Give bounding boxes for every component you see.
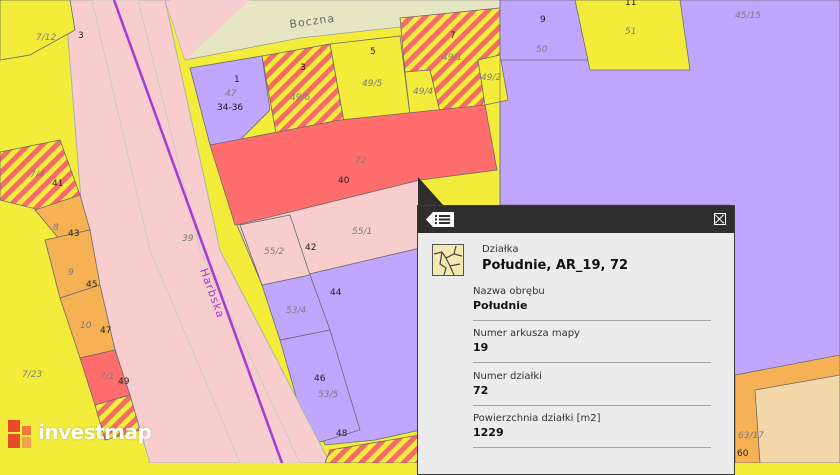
parcel-label: 7/1 [100, 372, 114, 382]
parcel-label: 60 [737, 449, 749, 459]
feature-title: Południe, AR_19, 72 [482, 258, 629, 273]
field-label: Nazwa obrębu [473, 286, 545, 297]
parcel-label: 48 [336, 429, 348, 439]
field-label: Powierzchnia działki [m2] [473, 413, 601, 424]
parcel-label: 45/15 [735, 11, 761, 21]
parcel-label: 1 [234, 75, 240, 85]
parcel-label: 49/6 [290, 93, 310, 103]
parcel-label: 7/12 [36, 33, 56, 43]
parcel-label: 53/4 [286, 306, 306, 316]
parcel-label: 7/23 [22, 370, 42, 380]
field-numer: Numer działki 72 [473, 371, 711, 406]
parcel-label: 9 [540, 15, 546, 25]
parcel-label: 7 [450, 31, 456, 41]
parcel-label: 44 [330, 288, 342, 298]
parcel-label: 42 [305, 243, 316, 253]
parcel-label: 53/5 [318, 390, 338, 400]
parcel-label: 8 [53, 223, 59, 233]
parcel-label: 72 [355, 156, 367, 166]
parcel-label: 39 [182, 234, 194, 244]
field-powierzchnia: Powierzchnia działki [m2] 1229 [473, 413, 711, 448]
field-value: Południe [473, 299, 528, 312]
parcel-label: 45 [86, 280, 97, 290]
parcel-label: 49/1 [442, 53, 462, 63]
parcel-label: 46 [314, 374, 326, 384]
field-value: 72 [473, 384, 489, 397]
parcel-label: 49/4 [413, 87, 433, 97]
close-icon[interactable] [714, 213, 726, 225]
parcel-label: 41 [52, 179, 63, 189]
building-right [754, 374, 840, 463]
parcel-info-popup: Działka Południe, AR_19, 72 Nazwa obrębu… [417, 205, 735, 475]
feature-type: Działka [482, 244, 519, 255]
parcel-label: 49 [118, 377, 130, 387]
investmap-logo-icon [8, 420, 31, 448]
parcel-label: 49/5 [362, 79, 382, 89]
list-icon[interactable] [426, 212, 454, 227]
parcel-label: 49/2 [481, 73, 501, 83]
parcel-label: 7/4 [30, 170, 45, 180]
parcel-label: 63/17 [738, 431, 764, 441]
popup-header [418, 206, 734, 233]
field-value: 19 [473, 341, 489, 354]
parcel-label: 51 [625, 27, 636, 37]
parcel-label: 3 [78, 31, 84, 41]
parcel-label: 3 [300, 63, 306, 73]
parcel-label: 50 [536, 45, 548, 55]
field-value: 1229 [473, 426, 504, 439]
parcel-label: 5 [370, 47, 376, 57]
field-label: Numer działki [473, 371, 542, 382]
parcel-label: 55/2 [264, 247, 284, 257]
field-obreb: Nazwa obrębu Południe [473, 286, 711, 321]
parcel-label: 9 [68, 268, 74, 278]
brand-name: investmap [38, 420, 152, 444]
parcel-label: 40 [338, 176, 350, 186]
parcel-label: 34-36 [217, 103, 243, 113]
field-arkusz: Numer arkusza mapy 19 [473, 328, 711, 363]
parcel-icon [432, 244, 464, 276]
parcel-label: 11 [625, 0, 636, 8]
parcel-label: 43 [68, 229, 79, 239]
parcel-label: 10 [80, 321, 92, 331]
parcel-label: 47 [225, 89, 237, 99]
popup-pointer [418, 177, 444, 206]
parcel-label: 47 [100, 326, 111, 336]
field-label: Numer arkusza mapy [473, 328, 580, 339]
parcel-label: 55/1 [352, 227, 372, 237]
